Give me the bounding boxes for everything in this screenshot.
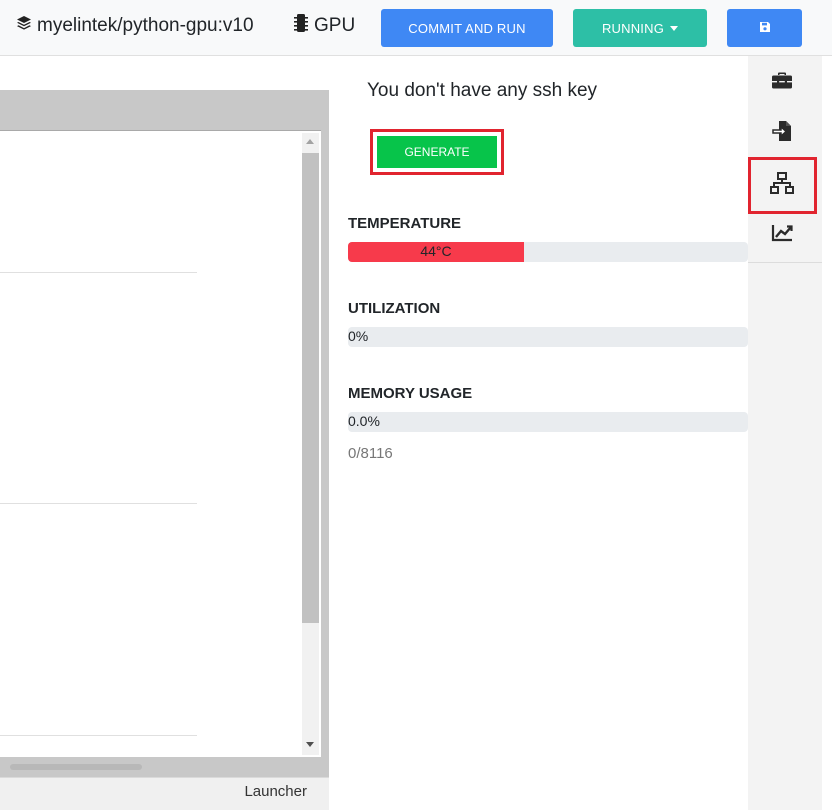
project-name: myelintek/python-gpu:v10 [37,15,254,36]
sidebar-item-import[interactable] [748,108,816,158]
file-import-icon [772,120,792,147]
memory-count: 0/8116 [348,445,393,462]
chart-line-icon [771,224,793,247]
divider [0,503,197,504]
generate-ssh-key-button[interactable]: GENERATE [377,136,497,168]
save-icon [759,21,771,36]
toolbox-icon [771,72,793,95]
project-title: myelintek/python-gpu:v10 [16,14,254,38]
layers-icon [16,15,37,37]
commit-and-run-button[interactable]: COMMIT AND RUN [381,9,553,47]
generate-label: GENERATE [404,145,470,159]
launcher-tab[interactable]: Launcher [244,783,307,800]
divider [0,272,197,273]
temperature-label: TEMPERATURE [348,215,462,232]
temperature-value: 44°C [420,243,452,259]
temperature-bar: 44°C [348,242,748,262]
launcher-content[interactable] [0,130,321,757]
chip-icon [294,13,314,39]
editor-panel [0,90,329,777]
highlight-box [748,157,817,214]
save-button[interactable] [727,9,802,47]
editor-status-bar: Launcher [0,777,329,810]
caret-down-icon [670,25,679,31]
sidebar-item-toolbox[interactable] [748,58,816,108]
running-dropdown-button[interactable]: RUNNING [573,9,707,47]
utilization-bar: 0% [348,327,748,347]
scroll-down-arrow-icon[interactable] [306,742,314,747]
utilization-label: UTILIZATION [348,300,441,317]
memory-usage-label: MEMORY USAGE [348,385,473,402]
top-bar: myelintek/python-gpu:v10 GPU COMMIT AND … [0,0,832,56]
divider [0,735,197,736]
utilization-value: 0% [348,328,369,344]
sidebar-item-charts[interactable] [748,210,816,260]
horizontal-scrollbar-thumb[interactable] [10,764,142,770]
gpu-label: GPU [314,15,356,36]
memory-usage-bar: 0.0% [348,412,748,432]
scrollbar-thumb[interactable] [302,153,319,623]
window-edge [822,56,832,810]
gpu-indicator: GPU [294,14,355,38]
commit-and-run-label: COMMIT AND RUN [408,20,526,36]
right-sidebar [748,56,832,810]
ssh-message: You don't have any ssh key [367,80,598,101]
running-label: RUNNING [601,20,665,36]
highlight-box: GENERATE [370,129,504,175]
sidebar-divider [748,262,832,263]
memory-usage-value: 0.0% [348,413,380,429]
scroll-up-arrow-icon[interactable] [306,139,314,144]
